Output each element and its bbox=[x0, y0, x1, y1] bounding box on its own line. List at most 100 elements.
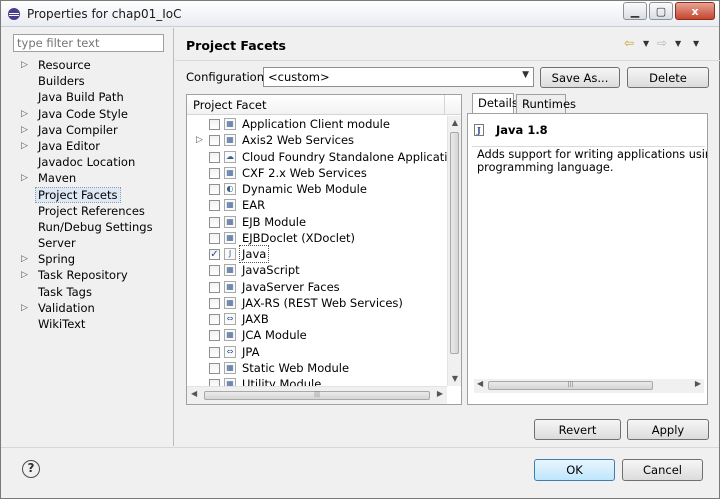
column-header-label: Project Facet bbox=[193, 98, 267, 112]
facet-row-javascript[interactable]: ▦ JavaScript bbox=[187, 262, 447, 278]
scroll-thumb[interactable] bbox=[450, 132, 459, 354]
facet-row-javaserver-faces[interactable]: ▦ JavaServer Faces bbox=[187, 279, 447, 295]
scroll-left-icon[interactable]: ◀ bbox=[191, 389, 197, 398]
ok-button[interactable]: OK bbox=[534, 459, 615, 481]
facet-row-static-web-module[interactable]: ▦ Static Web Module bbox=[187, 360, 447, 376]
tab-details[interactable]: Details bbox=[472, 93, 518, 114]
facet-row-cloud-foundry-standalone-application[interactable]: ☁ Cloud Foundry Standalone Application bbox=[187, 149, 447, 165]
facet-row-ejb-module[interactable]: ▦ EJB Module bbox=[187, 214, 447, 230]
forward-arrow-icon[interactable]: ⇨ bbox=[657, 36, 667, 50]
maximize-button[interactable]: ▢ bbox=[649, 2, 673, 20]
nav-item-java-code-style[interactable]: ▷ Java Code Style bbox=[15, 106, 173, 122]
expand-icon[interactable]: ▷ bbox=[21, 170, 28, 186]
facets-horizontal-scrollbar[interactable]: ◀ ||| ▶ bbox=[187, 386, 447, 404]
facet-checkbox[interactable] bbox=[209, 297, 220, 309]
nav-item-label: Java Build Path bbox=[38, 90, 124, 105]
facet-row-jaxb[interactable]: ⇔ JAXB bbox=[187, 311, 447, 327]
footer-separator bbox=[1, 447, 719, 448]
facet-checkbox[interactable] bbox=[209, 330, 220, 342]
view-menu-icon[interactable]: ▼ bbox=[693, 39, 699, 48]
facet-row-axis2-web-services[interactable]: ▷ ▦ Axis2 Web Services bbox=[187, 132, 447, 148]
facet-row-jpa[interactable]: ⇔ JPA bbox=[187, 344, 447, 360]
nav-item-resource[interactable]: ▷ Resource bbox=[15, 57, 173, 73]
facet-checkbox[interactable] bbox=[209, 184, 220, 195]
nav-item-label: Java Editor bbox=[38, 138, 100, 153]
facet-checkbox[interactable] bbox=[209, 216, 220, 228]
minimize-button[interactable]: ▁ bbox=[623, 2, 647, 20]
save-as-button[interactable]: Save As... bbox=[540, 67, 620, 88]
facet-checkbox[interactable] bbox=[209, 200, 220, 212]
expand-icon[interactable]: ▷ bbox=[196, 132, 203, 148]
nav-item-task-tags[interactable]: Task Tags bbox=[15, 284, 173, 300]
facet-row-ejbdoclet-xdoclet[interactable]: ▦ EJBDoclet (XDoclet) bbox=[187, 230, 447, 246]
scroll-thumb-horizontal[interactable]: ||| bbox=[488, 381, 653, 390]
facet-checkbox[interactable] bbox=[209, 281, 220, 293]
nav-item-server[interactable]: Server bbox=[15, 235, 173, 251]
nav-item-javadoc-location[interactable]: Javadoc Location bbox=[15, 154, 173, 170]
pane-divider[interactable] bbox=[173, 28, 174, 446]
back-menu-icon[interactable]: ▼ bbox=[643, 39, 649, 48]
facet-checkbox[interactable] bbox=[209, 167, 220, 179]
facet-row-jca-module[interactable]: ▦ JCA Module bbox=[187, 327, 447, 343]
scroll-up-icon[interactable]: ▲ bbox=[448, 116, 461, 130]
facet-row-dynamic-web-module[interactable]: ◐ Dynamic Web Module bbox=[187, 181, 447, 197]
facet-row-jax-rs-rest-web-services[interactable]: ▦ JAX-RS (REST Web Services) bbox=[187, 295, 447, 311]
facet-checkbox[interactable] bbox=[209, 232, 220, 244]
expand-icon[interactable]: ▷ bbox=[21, 57, 28, 73]
nav-item-project-facets[interactable]: Project Facets bbox=[15, 186, 173, 203]
cancel-button[interactable]: Cancel bbox=[622, 459, 703, 481]
expand-icon[interactable]: ▷ bbox=[21, 106, 28, 122]
nav-item-builders[interactable]: Builders bbox=[15, 73, 173, 89]
expand-icon[interactable]: ▷ bbox=[21, 138, 28, 154]
expand-icon[interactable]: ▷ bbox=[21, 251, 28, 267]
tab-runtimes[interactable]: Runtimes bbox=[516, 94, 576, 113]
facet-row-utility-module[interactable]: ▦ Utility Module bbox=[187, 376, 447, 386]
facet-checkbox[interactable]: ✓ bbox=[209, 249, 220, 260]
facet-checkbox[interactable] bbox=[209, 362, 220, 374]
details-panel: J Java 1.8 Adds support for writing appl… bbox=[467, 113, 708, 405]
facet-row-java[interactable]: ✓ J Java bbox=[187, 245, 447, 263]
facet-icon: ▦ bbox=[224, 329, 236, 342]
forward-menu-icon[interactable]: ▼ bbox=[675, 39, 681, 48]
expand-icon[interactable]: ▷ bbox=[21, 300, 28, 316]
scroll-right-icon[interactable]: ▶ bbox=[695, 379, 701, 388]
facet-checkbox[interactable] bbox=[209, 119, 220, 130]
facet-checkbox[interactable] bbox=[209, 151, 220, 163]
scroll-thumb-horizontal[interactable]: ||| bbox=[204, 391, 430, 400]
nav-item-task-repository[interactable]: ▷ Task Repository bbox=[15, 267, 173, 283]
facet-row-application-client-module[interactable]: ▦ Application Client module bbox=[187, 116, 447, 132]
nav-item-spring[interactable]: ▷ Spring bbox=[15, 251, 173, 267]
close-button[interactable]: x bbox=[675, 2, 715, 20]
nav-item-validation[interactable]: ▷ Validation bbox=[15, 300, 173, 316]
nav-item-java-build-path[interactable]: Java Build Path bbox=[15, 89, 173, 105]
nav-item-project-references[interactable]: Project References bbox=[15, 203, 173, 219]
revert-button[interactable]: Revert bbox=[534, 419, 621, 440]
facets-column-header[interactable]: Project Facet bbox=[187, 95, 461, 115]
column-separator[interactable] bbox=[444, 95, 445, 115]
scroll-right-icon[interactable]: ▶ bbox=[437, 389, 443, 398]
back-arrow-icon[interactable]: ⇦ bbox=[624, 36, 634, 50]
facet-row-cxf-2-x-web-services[interactable]: ▦ CXF 2.x Web Services bbox=[187, 165, 447, 181]
scroll-left-icon[interactable]: ◀ bbox=[477, 379, 483, 388]
filter-input[interactable] bbox=[13, 34, 164, 52]
facet-row-ear[interactable]: ▦ EAR bbox=[187, 197, 447, 213]
facet-checkbox[interactable] bbox=[209, 314, 220, 325]
expand-icon[interactable]: ▷ bbox=[21, 267, 28, 283]
facet-checkbox[interactable] bbox=[209, 379, 220, 386]
facets-vertical-scrollbar[interactable]: ▲ ▼ bbox=[447, 116, 461, 386]
scroll-down-icon[interactable]: ▼ bbox=[448, 372, 461, 386]
nav-item-java-compiler[interactable]: ▷ Java Compiler bbox=[15, 122, 173, 138]
nav-item-run-debug-settings[interactable]: Run/Debug Settings bbox=[15, 219, 173, 235]
delete-button[interactable]: Delete bbox=[627, 67, 709, 88]
apply-button[interactable]: Apply bbox=[627, 419, 709, 440]
expand-icon[interactable]: ▷ bbox=[21, 122, 28, 138]
facet-checkbox[interactable] bbox=[209, 265, 220, 277]
facet-checkbox[interactable] bbox=[209, 346, 220, 358]
nav-item-wikitext[interactable]: WikiText bbox=[15, 316, 173, 332]
facet-checkbox[interactable] bbox=[209, 135, 220, 147]
help-icon[interactable]: ? bbox=[22, 460, 40, 478]
configuration-combo[interactable]: <custom> ▼ bbox=[263, 67, 534, 87]
nav-item-java-editor[interactable]: ▷ Java Editor bbox=[15, 138, 173, 154]
details-horizontal-scrollbar[interactable]: ◀ ||| ▶ bbox=[474, 379, 704, 393]
nav-item-maven[interactable]: ▷ Maven bbox=[15, 170, 173, 186]
